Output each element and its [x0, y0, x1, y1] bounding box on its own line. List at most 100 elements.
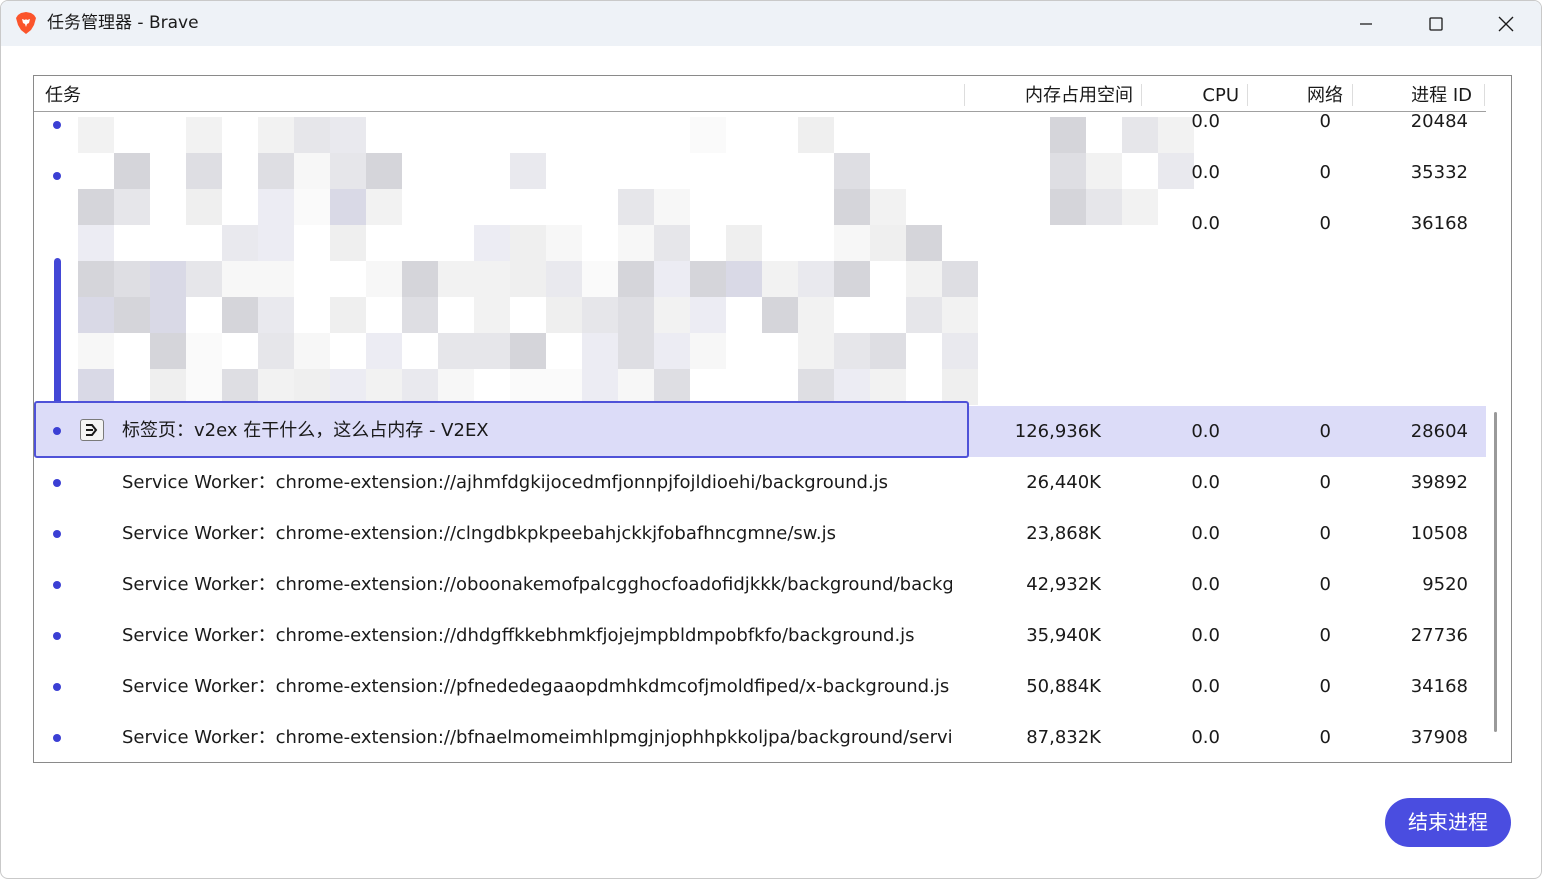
mosaic-tile [402, 369, 438, 405]
pid-value: 27736 [1410, 625, 1468, 646]
row-dot [53, 683, 61, 691]
network-value: 0 [1319, 472, 1331, 493]
cpu-value: 0.0 [1191, 676, 1220, 697]
mosaic-tile [402, 261, 438, 297]
mosaic-tile [870, 369, 906, 405]
mosaic-tile [654, 333, 690, 369]
close-button[interactable] [1471, 1, 1541, 46]
cpu-value: 0.0 [1191, 111, 1220, 132]
end-process-button[interactable]: 结束进程 [1385, 798, 1511, 847]
mosaic-tile [294, 333, 330, 369]
mosaic-tile [258, 261, 294, 297]
pid-value: 10508 [1410, 523, 1468, 544]
mosaic-tile [618, 261, 654, 297]
mosaic-tile [726, 261, 762, 297]
mosaic-tile [618, 333, 654, 369]
mosaic-tile [546, 369, 582, 405]
mosaic-tile [78, 261, 114, 297]
mosaic-tile [150, 261, 186, 297]
mosaic-tile [798, 333, 834, 369]
network-value: 0 [1319, 625, 1331, 646]
mosaic-tile [438, 369, 474, 405]
mosaic-tile [798, 261, 834, 297]
mosaic-tile [78, 297, 114, 333]
mosaic-tile [690, 297, 726, 333]
cpu-value: 0.0 [1191, 523, 1220, 544]
mosaic-tile [942, 297, 978, 333]
mosaic-tile [618, 369, 654, 405]
task-manager-window: 任务管理器 - Brave 任务 内存占用空间 CPU 网络 进程 ID 0.0… [0, 0, 1542, 879]
mosaic-tile [186, 369, 222, 405]
pid-value: 34168 [1410, 676, 1468, 697]
mosaic-tile [762, 261, 798, 297]
table-row[interactable]: Service Worker：chrome-extension://dhdgff… [34, 610, 1486, 661]
mosaic-tile [114, 297, 150, 333]
pid-value: 28604 [1410, 421, 1468, 442]
mosaic-tile [222, 369, 258, 405]
table-row[interactable]: 0.0 0 20484 [34, 102, 1486, 153]
table-row[interactable]: 0.0 0 36168 [34, 204, 1486, 255]
row-dot [53, 632, 61, 640]
cpu-value: 0.0 [1191, 727, 1220, 748]
task-name: Service Worker：chrome-extension://oboona… [122, 574, 952, 595]
row-dot [53, 121, 61, 129]
minimize-icon [1360, 22, 1372, 25]
window-title: 任务管理器 - Brave [47, 13, 199, 33]
cpu-value: 0.0 [1191, 472, 1220, 493]
network-value: 0 [1319, 213, 1331, 234]
mosaic-tile [114, 261, 150, 297]
title-bar: 任务管理器 - Brave [1, 1, 1541, 46]
table-row[interactable]: Service Worker：chrome-extension://pfnede… [34, 661, 1486, 712]
mosaic-tile [510, 369, 546, 405]
task-name: Service Worker：chrome-extension://pfnede… [122, 676, 950, 697]
minimize-button[interactable] [1331, 1, 1401, 46]
mosaic-tile [366, 261, 402, 297]
network-value: 0 [1319, 676, 1331, 697]
brave-lion-icon [14, 11, 38, 35]
task-name: Service Worker：chrome-extension://ajhmfd… [122, 472, 889, 493]
mosaic-tile [582, 297, 618, 333]
mosaic-tile [150, 369, 186, 405]
row-dot [53, 172, 61, 180]
mosaic-tile [186, 261, 222, 297]
mosaic-tile [330, 369, 366, 405]
cpu-value: 0.0 [1191, 625, 1220, 646]
row-dot [53, 581, 61, 589]
table-row[interactable]: Service Worker：chrome-extension://ajhmfd… [34, 457, 1486, 508]
cpu-value: 0.0 [1191, 213, 1220, 234]
pid-value: 37908 [1410, 727, 1468, 748]
mosaic-tile [150, 297, 186, 333]
network-value: 0 [1319, 162, 1331, 183]
table-row[interactable]: Service Worker：chrome-extension://clngdb… [34, 508, 1486, 559]
mosaic-tile [78, 333, 114, 369]
cpu-value: 0.0 [1191, 421, 1220, 442]
mosaic-tile [186, 333, 222, 369]
maximize-button[interactable] [1401, 1, 1471, 46]
mosaic-tile [690, 261, 726, 297]
mosaic-tile [366, 369, 402, 405]
maximize-icon [1429, 16, 1443, 31]
mosaic-tile [366, 333, 402, 369]
task-name: Service Worker：chrome-extension://bfnael… [122, 727, 952, 748]
mosaic-tile [942, 369, 978, 405]
task-table: 任务 内存占用空间 CPU 网络 进程 ID 0.0 0 20484 0.0 0… [33, 75, 1512, 763]
mosaic-tile [294, 369, 330, 405]
mosaic-tile [906, 297, 942, 333]
table-row-selected[interactable]: 126,936K 0.0 0 28604 [34, 406, 1486, 457]
table-row[interactable]: Service Worker：chrome-extension://oboona… [34, 559, 1486, 610]
table-row[interactable]: 0.0 0 35332 [34, 153, 1486, 204]
memory-value: 23,868K [1026, 523, 1101, 544]
network-value: 0 [1319, 421, 1331, 442]
memory-value: 35,940K [1026, 625, 1101, 646]
memory-value: 50,884K [1026, 676, 1101, 697]
table-row[interactable]: Service Worker：chrome-extension://bfnael… [34, 712, 1486, 762]
pid-value: 20484 [1410, 111, 1468, 132]
mosaic-tile [150, 333, 186, 369]
mosaic-tile [834, 369, 870, 405]
network-value: 0 [1319, 523, 1331, 544]
vertical-scrollbar[interactable] [1494, 412, 1497, 732]
mosaic-tile [474, 297, 510, 333]
close-icon [1498, 16, 1514, 31]
table-body: 0.0 0 20484 0.0 0 35332 0.0 0 36168 126,… [34, 111, 1486, 762]
memory-value: 126,936K [1014, 421, 1101, 442]
